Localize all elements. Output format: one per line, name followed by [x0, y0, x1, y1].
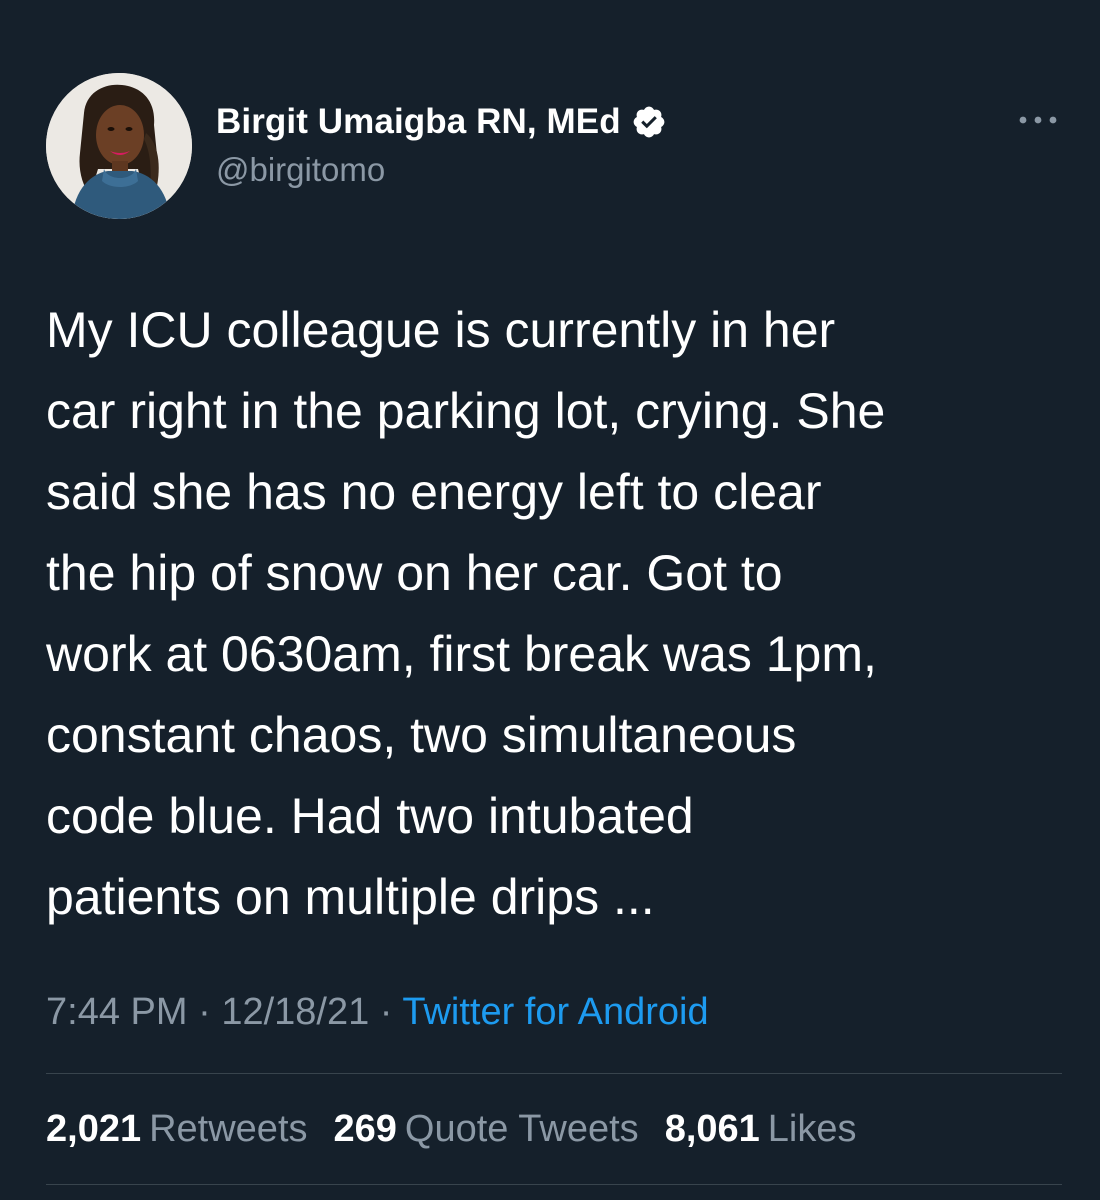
- tweet-text-line: the hip of snow on her car. Got to: [46, 545, 783, 601]
- likes-label: Likes: [767, 1108, 857, 1150]
- likes-count: 8,061: [664, 1108, 760, 1150]
- divider: [46, 1073, 1062, 1074]
- tweet-text-line: car right in the parking lot, crying. Sh…: [46, 383, 886, 439]
- tweet-text-line: constant chaos, two simultaneous: [46, 707, 797, 763]
- name-row[interactable]: Birgit Umaigba RN, MEd: [216, 100, 667, 144]
- display-name[interactable]: Birgit Umaigba RN, MEd: [216, 102, 621, 142]
- more-options-icon[interactable]: [1016, 106, 1060, 134]
- tweet-card: Birgit Umaigba RN, MEd @birgitomo My ICU…: [0, 0, 1100, 1200]
- tweet-text-line: work at 0630am, first break was 1pm,: [46, 626, 877, 682]
- meta-separator: ·: [187, 991, 222, 1033]
- tweet-source-link[interactable]: Twitter for Android: [402, 991, 708, 1033]
- tweet-text-line: said she has no energy left to clear: [46, 464, 822, 520]
- retweets-count: 2,021: [46, 1108, 142, 1150]
- retweets-stat[interactable]: 2,021 Retweets: [46, 1108, 308, 1151]
- avatar[interactable]: [46, 73, 192, 219]
- quote-tweets-count: 269: [333, 1108, 397, 1150]
- quote-tweets-stat[interactable]: 269 Quote Tweets: [334, 1108, 639, 1151]
- tweet-text-line: My ICU colleague is currently in her: [46, 302, 836, 358]
- likes-stat[interactable]: 8,061 Likes: [665, 1108, 857, 1151]
- quote-tweets-label: Quote Tweets: [404, 1108, 639, 1150]
- retweets-label: Retweets: [149, 1108, 308, 1150]
- tweet-stats: 2,021 Retweets 269 Quote Tweets 8,061 Likes: [46, 1108, 883, 1151]
- divider: [46, 1184, 1062, 1185]
- profile-photo: [46, 73, 192, 219]
- tweet-time[interactable]: 7:44 PM: [46, 991, 188, 1033]
- verified-badge-icon: [631, 104, 667, 140]
- tweet-text: My ICU colleague is currently in her car…: [46, 290, 1076, 938]
- tweet-text-line: patients on multiple drips ...: [46, 869, 655, 925]
- tweet-text-line: code blue. Had two intubated: [46, 788, 694, 844]
- tweet-date[interactable]: 12/18/21: [221, 991, 369, 1033]
- tweet-meta: 7:44 PM · 12/18/21 · Twitter for Android: [46, 991, 709, 1034]
- user-handle[interactable]: @birgitomo: [216, 151, 385, 189]
- meta-separator: ·: [369, 991, 403, 1033]
